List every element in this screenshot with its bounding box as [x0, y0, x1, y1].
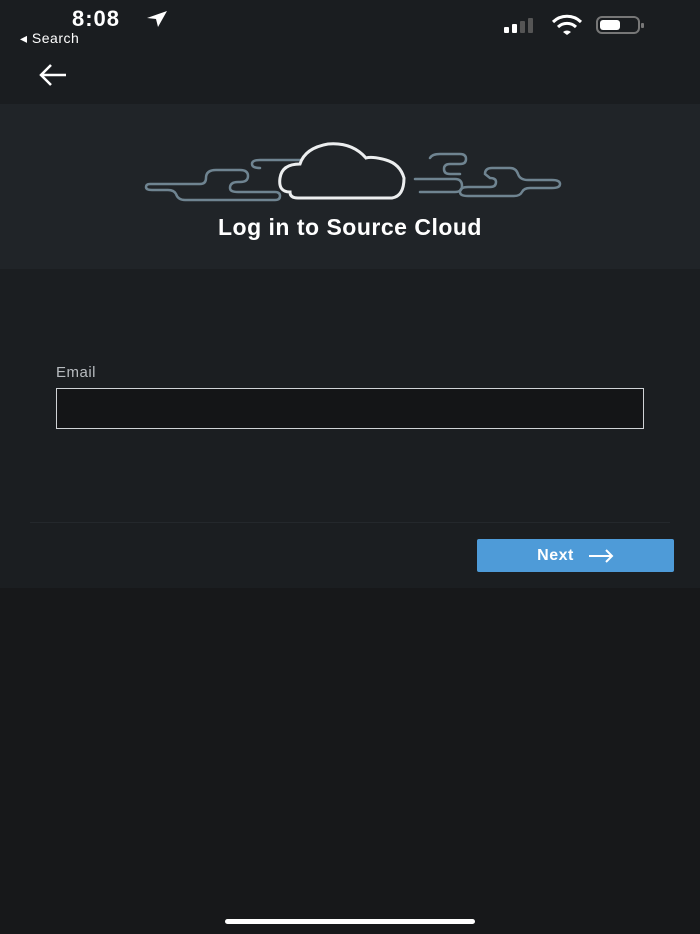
top-bar: 8:08 ◂ Search — [0, 0, 700, 104]
cloud-logo-icon — [144, 142, 562, 202]
wifi-icon — [551, 14, 583, 35]
back-arrow-icon[interactable] — [38, 62, 68, 88]
cellular-signal-icon — [504, 18, 533, 33]
location-arrow-icon — [147, 11, 167, 27]
login-header: Log in to Source Cloud — [0, 104, 700, 269]
next-button-label: Next — [537, 546, 574, 564]
home-indicator[interactable] — [225, 919, 475, 924]
page-title: Log in to Source Cloud — [218, 214, 482, 240]
email-label: Email — [56, 364, 97, 381]
next-button[interactable]: Next — [477, 539, 674, 572]
arrow-right-icon — [588, 548, 614, 563]
status-time: 8:08 — [72, 6, 121, 31]
back-to-search-link[interactable]: ◂ Search — [20, 30, 79, 47]
battery-icon — [596, 16, 644, 34]
login-form: Email Next — [0, 269, 700, 588]
email-input[interactable] — [56, 388, 644, 429]
divider — [30, 522, 670, 523]
